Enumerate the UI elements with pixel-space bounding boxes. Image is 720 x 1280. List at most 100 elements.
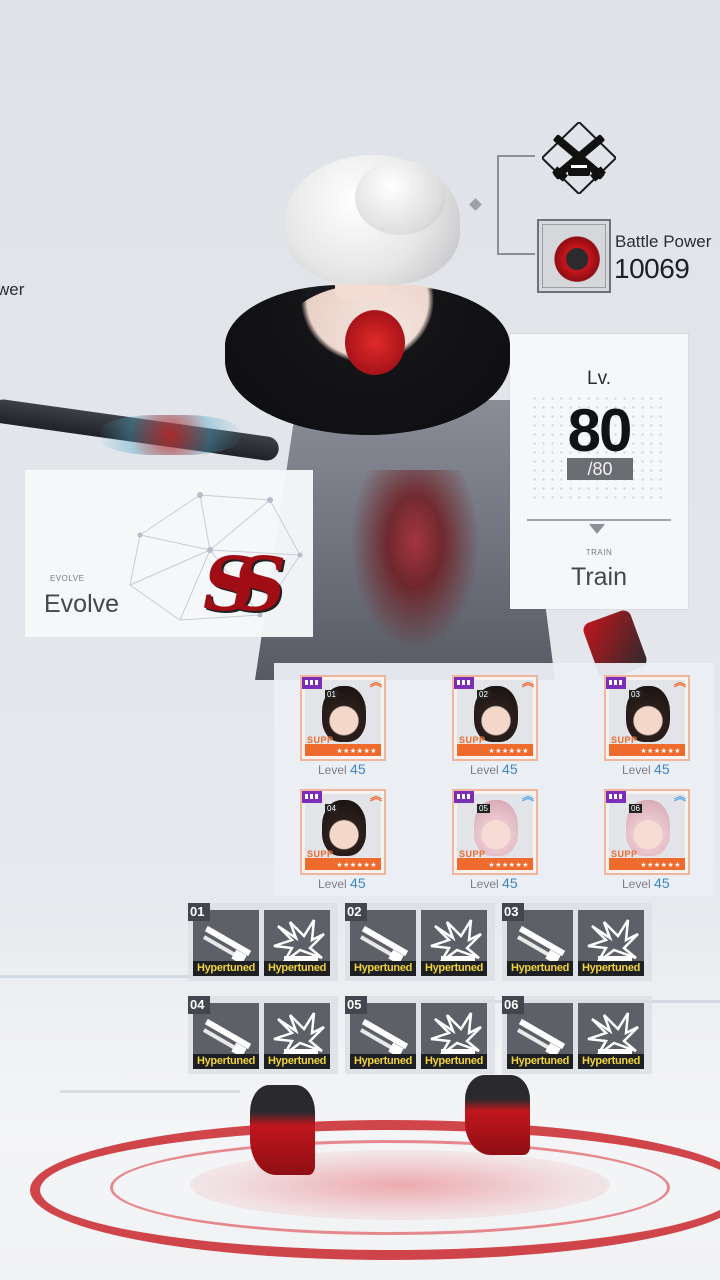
tier-badge-icon — [302, 791, 322, 803]
portrait-number: 02 — [477, 690, 490, 699]
spark-burst-module-icon — [429, 1011, 483, 1057]
train-card[interactable]: Lv. 80 /80 TRAIN Train — [510, 334, 688, 609]
tier-badge-icon — [606, 791, 626, 803]
tier-badge-icon — [606, 677, 626, 689]
slot-level: Level 45 — [622, 761, 670, 777]
blade-module-icon — [202, 925, 252, 965]
blade-module-icon — [359, 1018, 409, 1058]
portrait-frame: 02 SUPP ★★★★★★ ︽ — [452, 675, 538, 761]
chevron-up-icon: ︽ — [369, 789, 382, 803]
support-slot-04[interactable]: 04 SUPP ★★★★★★ ︽ Level 45 — [300, 789, 390, 891]
max-level: /80 — [567, 458, 633, 480]
gear-slot[interactable]: Hypertuned — [578, 1003, 644, 1069]
slot-level: Level 45 — [470, 761, 518, 777]
battle-power-value: 10069 — [614, 253, 690, 284]
gear-group-02: Hypertuned Hypertuned 02 — [345, 903, 495, 981]
spark-burst-module-icon — [272, 1011, 326, 1057]
support-slot-01[interactable]: 01 SUPP ★★★★★★ ︽ Level 45 — [300, 675, 390, 777]
gear-slot[interactable]: Hypertuned — [264, 910, 330, 976]
character-heel-right — [465, 1075, 530, 1155]
tier-badge-icon — [302, 677, 322, 689]
blade-module-icon — [202, 1018, 252, 1058]
gear-group-01: Hypertuned Hypertuned 01 — [188, 903, 338, 981]
portrait: 05 SUPP ★★★★★★ — [457, 794, 533, 870]
chevron-up-icon: ︽ — [521, 789, 534, 803]
level-label: Lv. — [587, 368, 611, 389]
character-back-tattoo — [345, 310, 405, 375]
portrait: 06 SUPP ★★★★★★ — [609, 794, 685, 870]
weapon-thumbnail[interactable] — [537, 219, 611, 293]
portrait-frame: 05 SUPP ★★★★★★ ︽ — [452, 789, 538, 875]
battle-power-label: Battle Power — [615, 232, 712, 251]
slot-level: Level 45 — [318, 875, 366, 891]
rank-bar: ★★★★★★ — [457, 744, 533, 756]
chevron-up-icon: ︽ — [521, 675, 534, 689]
slot-level: Level 45 — [318, 761, 366, 777]
character-hair-bun — [355, 160, 445, 235]
train-caption: TRAIN — [585, 548, 613, 557]
star-rating: ★★★★★★ — [488, 748, 529, 755]
connector-line — [497, 155, 535, 157]
spark-burst-module-icon — [586, 1011, 640, 1057]
support-slot-06[interactable]: 06 SUPP ★★★★★★ ︽ Level 45 — [604, 789, 694, 891]
blade-module-icon — [516, 1018, 566, 1058]
weapon-image — [542, 224, 606, 288]
spark-burst-module-icon — [429, 918, 483, 964]
chevron-up-icon: ︽ — [673, 675, 686, 689]
gear-slot[interactable]: Hypertuned — [578, 910, 644, 976]
star-rating: ★★★★★★ — [488, 862, 529, 869]
star-rating: ★★★★★★ — [336, 862, 377, 869]
portrait-number: 06 — [629, 804, 642, 813]
rank-bar: ★★★★★★ — [305, 858, 381, 870]
hypertuned-tag: Hypertuned — [507, 1054, 573, 1069]
portrait-number: 05 — [477, 804, 490, 813]
star-rating: ★★★★★★ — [640, 748, 681, 755]
slot-level: Level 45 — [470, 875, 518, 891]
portrait: 01 SUPP ★★★★★★ — [305, 680, 381, 756]
floor-streak — [60, 1090, 240, 1093]
evolve-card[interactable]: EVOLVE Evolve SS — [25, 470, 313, 637]
chevron-up-icon: ︽ — [673, 789, 686, 803]
hypertuned-tag: Hypertuned — [578, 961, 644, 976]
gear-group-number: 05 — [345, 996, 367, 1014]
hypertuned-tag: Hypertuned — [507, 961, 573, 976]
sword-effect — [100, 415, 240, 455]
chevron-up-icon: ︽ — [369, 675, 382, 689]
crossed-rifles-icon[interactable] — [540, 120, 618, 196]
hypertuned-tag: Hypertuned — [193, 1054, 259, 1069]
gear-group-number: 03 — [502, 903, 524, 921]
portrait: 02 SUPP ★★★★★★ — [457, 680, 533, 756]
support-slot-02[interactable]: 02 SUPP ★★★★★★ ︽ Level 45 — [452, 675, 542, 777]
evolve-button-label[interactable]: Evolve — [44, 590, 119, 619]
portrait-frame: 04 SUPP ★★★★★★ ︽ — [300, 789, 386, 875]
rank-bar: ★★★★★★ — [305, 744, 381, 756]
gear-group-number: 02 — [345, 903, 367, 921]
gear-group-05: Hypertuned Hypertuned 05 — [345, 996, 495, 1074]
portrait-number: 04 — [325, 804, 338, 813]
slot-level: Level 45 — [622, 875, 670, 891]
train-button-label[interactable]: Train — [510, 563, 688, 592]
portrait: 03 SUPP ★★★★★★ — [609, 680, 685, 756]
support-slot-05[interactable]: 05 SUPP ★★★★★★ ︽ Level 45 — [452, 789, 542, 891]
tier-badge-icon — [454, 791, 474, 803]
star-rating: ★★★★★★ — [640, 862, 681, 869]
portrait-number: 01 — [325, 690, 338, 699]
portrait: 04 SUPP ★★★★★★ — [305, 794, 381, 870]
connector-line — [497, 155, 499, 255]
support-slot-03[interactable]: 03 SUPP ★★★★★★ ︽ Level 45 — [604, 675, 694, 777]
character-heel-left — [250, 1085, 315, 1175]
gear-slot[interactable]: Hypertuned — [264, 1003, 330, 1069]
connector-diamond — [469, 198, 482, 211]
gear-slot[interactable]: Hypertuned — [421, 1003, 487, 1069]
gear-group-number: 01 — [188, 903, 210, 921]
hypertuned-tag: Hypertuned — [421, 961, 487, 976]
grade-ss-badge: SS — [203, 542, 286, 628]
blade-module-icon — [359, 925, 409, 965]
hypertuned-tag: Hypertuned — [264, 1054, 330, 1069]
gear-slot[interactable]: Hypertuned — [421, 910, 487, 976]
hypertuned-tag: Hypertuned — [578, 1054, 644, 1069]
rank-bar: ★★★★★★ — [609, 858, 685, 870]
tier-badge-icon — [454, 677, 474, 689]
spark-burst-module-icon — [272, 918, 326, 964]
hypertuned-tag: Hypertuned — [350, 1054, 416, 1069]
